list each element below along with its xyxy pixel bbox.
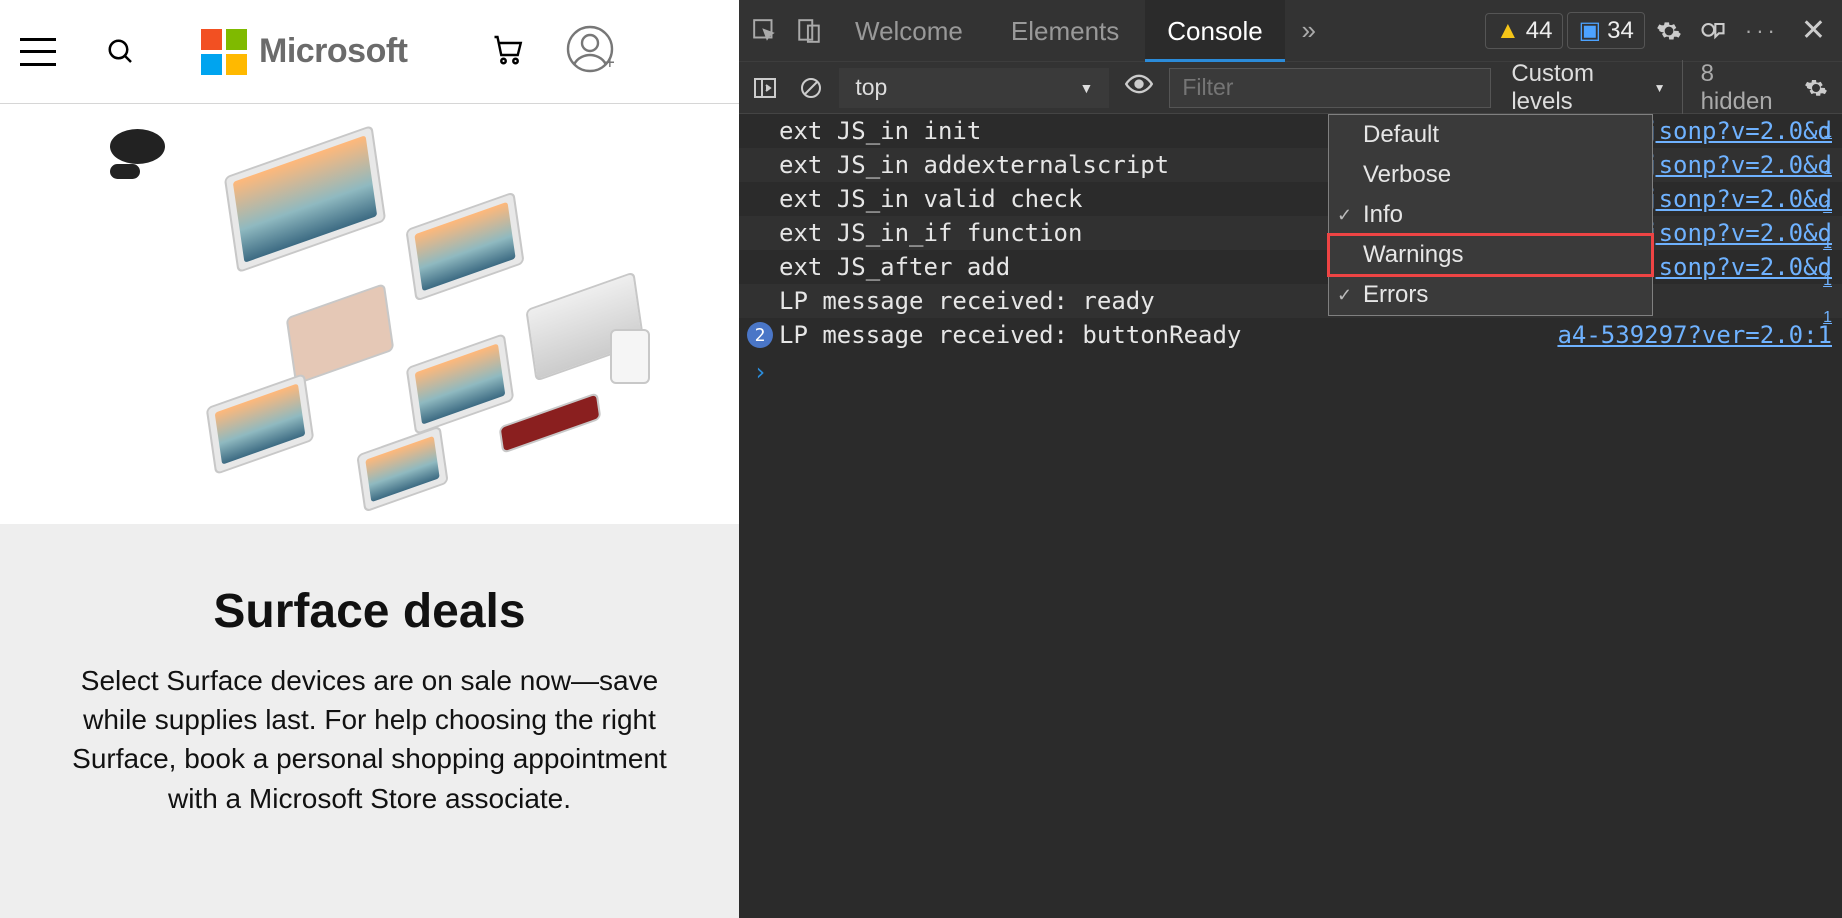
hidden-count: 8 hidden: [1682, 60, 1784, 116]
log-levels-label: Custom levels: [1511, 60, 1645, 116]
inspect-icon[interactable]: [745, 11, 785, 51]
cart-icon[interactable]: [490, 31, 526, 72]
tab-console[interactable]: Console: [1145, 0, 1284, 62]
message-icon: ▣: [1578, 16, 1601, 45]
warning-icon: ▲: [1496, 17, 1520, 45]
chevron-down-icon: ▼: [1079, 80, 1093, 96]
clear-console-icon[interactable]: [793, 68, 829, 108]
level-option-errors[interactable]: ✓Errors: [1329, 275, 1652, 315]
search-icon[interactable]: [106, 37, 136, 67]
live-expression-icon[interactable]: [1119, 73, 1159, 102]
source-link[interactable]: 1: [1823, 124, 1832, 142]
brand-name: Microsoft: [259, 32, 408, 71]
device-toggle-icon[interactable]: [789, 11, 829, 51]
account-icon[interactable]: +: [566, 25, 614, 78]
log-message: LP message received: ready: [779, 287, 1155, 315]
messages-badge[interactable]: ▣ 34: [1567, 12, 1644, 49]
settings-icon[interactable]: [1649, 11, 1689, 51]
context-select[interactable]: top ▼: [839, 68, 1109, 108]
console-output: ext JS_in init.jsonp?v=2.0&dext JS_in ad…: [739, 114, 1842, 918]
check-icon: ✓: [1337, 285, 1352, 306]
level-option-default[interactable]: Default: [1329, 115, 1652, 155]
hero-image: [0, 104, 739, 524]
website-viewport: Microsoft + Surface deals Select Surface…: [0, 0, 739, 918]
tab-welcome[interactable]: Welcome: [833, 0, 985, 62]
messages-count: 34: [1607, 17, 1634, 45]
menu-icon[interactable]: [20, 38, 56, 66]
svg-text:+: +: [604, 52, 614, 73]
more-tabs-icon[interactable]: »: [1289, 11, 1329, 51]
brand-logo[interactable]: Microsoft: [201, 29, 408, 75]
source-link[interactable]: 1: [1823, 235, 1832, 253]
filter-input[interactable]: [1169, 68, 1491, 108]
source-link-tails: 1 1 1 1 1 1: [1654, 114, 1842, 336]
microsoft-logo-icon: [201, 29, 247, 75]
close-icon[interactable]: ✕: [1791, 13, 1836, 48]
levels-menu: Default Verbose ✓Info Warnings ✓Errors: [1328, 114, 1653, 316]
log-message: LP message received: buttonReady: [779, 321, 1241, 349]
log-message: ext JS_in_if function: [779, 219, 1082, 247]
level-option-info[interactable]: ✓Info: [1329, 195, 1652, 235]
log-message: ext JS_after add: [779, 253, 1010, 281]
check-icon: ✓: [1337, 205, 1352, 226]
sidebar-toggle-icon[interactable]: [747, 68, 783, 108]
hero-title: Surface deals: [40, 584, 699, 639]
chevron-down-icon: ▼: [1654, 81, 1666, 95]
log-message: ext JS_in init: [779, 117, 981, 145]
log-message: ext JS_in valid check: [779, 185, 1082, 213]
console-filterbar: top ▼ Custom levels ▼ 8 hidden: [739, 62, 1842, 114]
warnings-badge[interactable]: ▲ 44: [1485, 13, 1563, 49]
context-value: top: [855, 74, 887, 101]
source-link[interactable]: 1: [1823, 309, 1832, 327]
console-settings-icon[interactable]: [1798, 68, 1834, 108]
console-prompt[interactable]: ›: [739, 352, 1842, 392]
hero-body: Select Surface devices are on sale now—s…: [50, 661, 690, 818]
site-header: Microsoft +: [0, 0, 739, 104]
repeat-count-badge: 2: [747, 322, 773, 348]
log-levels-dropdown[interactable]: Custom levels ▼: [1511, 60, 1665, 116]
source-link[interactable]: 1: [1823, 272, 1832, 290]
level-option-warnings[interactable]: Warnings: [1329, 235, 1652, 275]
devtools-topbar: Welcome Elements Console » ▲ 44 ▣ 34 ···…: [739, 0, 1842, 62]
hero-text: Surface deals Select Surface devices are…: [0, 524, 739, 918]
log-message: ext JS_in addexternalscript: [779, 151, 1169, 179]
tab-elements[interactable]: Elements: [989, 0, 1141, 62]
more-menu-icon[interactable]: ···: [1737, 18, 1787, 44]
level-option-verbose[interactable]: Verbose: [1329, 155, 1652, 195]
devtools-panel: Welcome Elements Console » ▲ 44 ▣ 34 ···…: [739, 0, 1842, 918]
source-link[interactable]: 1: [1823, 198, 1832, 216]
feedback-icon[interactable]: [1693, 11, 1733, 51]
source-link[interactable]: 1: [1823, 161, 1832, 179]
warnings-count: 44: [1526, 17, 1553, 45]
